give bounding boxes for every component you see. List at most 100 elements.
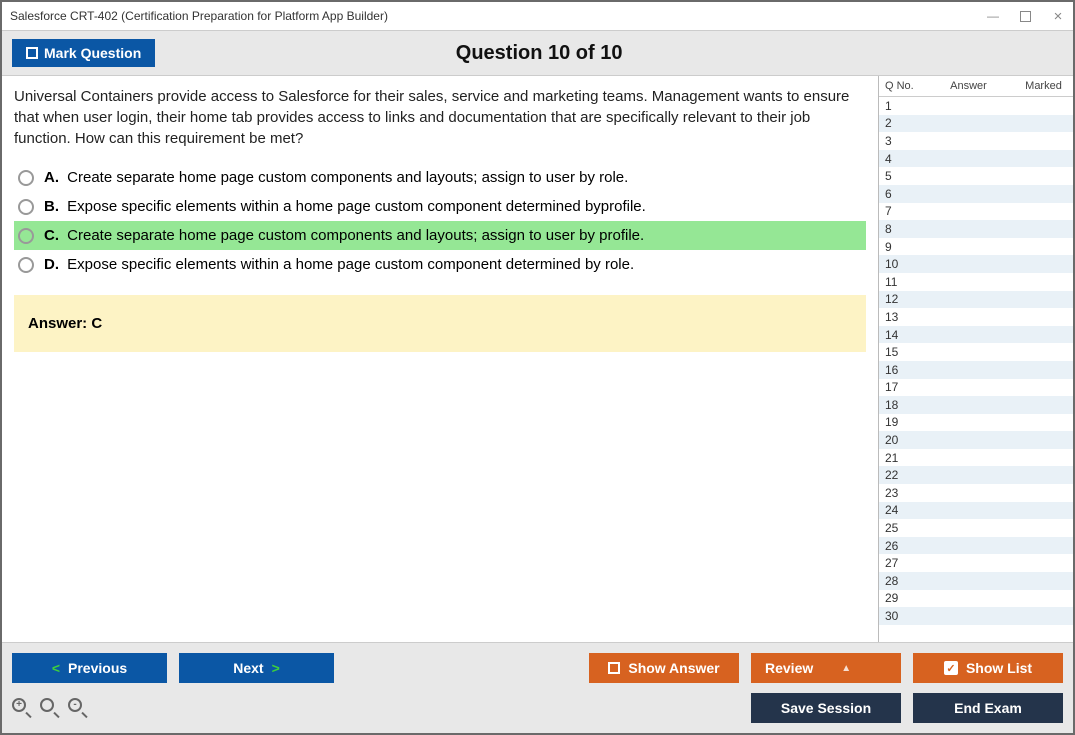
- nav-row-number: 10: [879, 257, 919, 271]
- options-list: A. Create separate home page custom comp…: [14, 163, 866, 279]
- nav-row[interactable]: 18: [879, 396, 1073, 414]
- nav-row-number: 16: [879, 363, 919, 377]
- close-icon[interactable]: ×: [1051, 9, 1065, 23]
- previous-button[interactable]: < Previous: [12, 653, 167, 683]
- chevron-right-icon: >: [272, 660, 280, 676]
- nav-row[interactable]: 7: [879, 203, 1073, 221]
- nav-row[interactable]: 15: [879, 343, 1073, 361]
- checkbox-icon: [26, 47, 38, 59]
- nav-row[interactable]: 29: [879, 590, 1073, 608]
- main-area: Universal Containers provide access to S…: [2, 76, 1073, 642]
- nav-row-number: 17: [879, 380, 919, 394]
- nav-row-number: 8: [879, 222, 919, 236]
- nav-row[interactable]: 17: [879, 379, 1073, 397]
- nav-row-number: 4: [879, 152, 919, 166]
- review-button[interactable]: Review ▲: [751, 653, 901, 683]
- nav-row[interactable]: 22: [879, 466, 1073, 484]
- checkbox-icon: [608, 662, 620, 674]
- nav-row-number: 27: [879, 556, 919, 570]
- nav-header: Q No. Answer Marked: [879, 76, 1073, 97]
- nav-row[interactable]: 23: [879, 484, 1073, 502]
- option-text: B. Expose specific elements within a hom…: [44, 198, 646, 215]
- zoom-out-icon[interactable]: -: [68, 698, 88, 718]
- nav-row[interactable]: 10: [879, 255, 1073, 273]
- option-a[interactable]: A. Create separate home page custom comp…: [14, 163, 866, 192]
- option-text: A. Create separate home page custom comp…: [44, 169, 628, 186]
- radio-icon: [18, 170, 34, 186]
- previous-label: Previous: [68, 660, 127, 676]
- nav-row-number: 6: [879, 187, 919, 201]
- nav-row-number: 15: [879, 345, 919, 359]
- nav-row[interactable]: 13: [879, 308, 1073, 326]
- nav-row-number: 1: [879, 99, 919, 113]
- radio-icon: [18, 257, 34, 273]
- nav-row-number: 23: [879, 486, 919, 500]
- footer-row-1: < Previous Next > Show Answer Review ▲ ✓…: [12, 653, 1063, 683]
- show-list-button[interactable]: ✓ Show List: [913, 653, 1063, 683]
- dropdown-arrow-icon: ▲: [841, 663, 851, 674]
- radio-icon: [18, 228, 34, 244]
- mark-question-button[interactable]: Mark Question: [12, 39, 155, 67]
- nav-row-number: 30: [879, 609, 919, 623]
- nav-row-number: 19: [879, 415, 919, 429]
- nav-row[interactable]: 26: [879, 537, 1073, 555]
- col-qno: Q No.: [881, 80, 921, 92]
- show-list-label: Show List: [966, 660, 1032, 676]
- nav-row[interactable]: 30: [879, 607, 1073, 625]
- mark-question-label: Mark Question: [44, 45, 141, 61]
- option-text: D. Expose specific elements within a hom…: [44, 256, 634, 273]
- next-button[interactable]: Next >: [179, 653, 334, 683]
- nav-row[interactable]: 8: [879, 220, 1073, 238]
- nav-row[interactable]: 11: [879, 273, 1073, 291]
- titlebar: Salesforce CRT-402 (Certification Prepar…: [2, 2, 1073, 30]
- chevron-left-icon: <: [52, 660, 60, 676]
- radio-icon: [18, 199, 34, 215]
- header-bar: Mark Question Question 10 of 10: [2, 30, 1073, 76]
- nav-row[interactable]: 27: [879, 554, 1073, 572]
- nav-row[interactable]: 24: [879, 502, 1073, 520]
- nav-row[interactable]: 6: [879, 185, 1073, 203]
- zoom-in-icon[interactable]: +: [12, 698, 32, 718]
- nav-row-number: 9: [879, 240, 919, 254]
- option-d[interactable]: D. Expose specific elements within a hom…: [14, 250, 866, 279]
- nav-row[interactable]: 1: [879, 97, 1073, 115]
- nav-row[interactable]: 19: [879, 414, 1073, 432]
- maximize-icon[interactable]: [1020, 11, 1031, 22]
- nav-row-number: 12: [879, 292, 919, 306]
- show-answer-button[interactable]: Show Answer: [589, 653, 739, 683]
- zoom-reset-icon[interactable]: [40, 698, 60, 718]
- nav-row[interactable]: 20: [879, 431, 1073, 449]
- show-answer-label: Show Answer: [628, 660, 719, 676]
- nav-row[interactable]: 21: [879, 449, 1073, 467]
- col-marked: Marked: [1016, 80, 1071, 92]
- footer: < Previous Next > Show Answer Review ▲ ✓…: [2, 642, 1073, 733]
- end-exam-button[interactable]: End Exam: [913, 693, 1063, 723]
- nav-row[interactable]: 12: [879, 291, 1073, 309]
- check-icon: ✓: [944, 661, 958, 675]
- nav-row[interactable]: 4: [879, 150, 1073, 168]
- nav-row[interactable]: 14: [879, 326, 1073, 344]
- col-answer: Answer: [921, 80, 1016, 92]
- nav-row[interactable]: 16: [879, 361, 1073, 379]
- nav-row-number: 5: [879, 169, 919, 183]
- save-session-label: Save Session: [781, 700, 871, 716]
- nav-row[interactable]: 9: [879, 238, 1073, 256]
- nav-row[interactable]: 3: [879, 132, 1073, 150]
- answer-box: Answer: C: [14, 295, 866, 352]
- nav-list[interactable]: 1234567891011121314151617181920212223242…: [879, 97, 1073, 642]
- nav-row[interactable]: 25: [879, 519, 1073, 537]
- nav-row-number: 20: [879, 433, 919, 447]
- option-b[interactable]: B. Expose specific elements within a hom…: [14, 192, 866, 221]
- nav-row[interactable]: 5: [879, 167, 1073, 185]
- nav-row[interactable]: 28: [879, 572, 1073, 590]
- question-content: Universal Containers provide access to S…: [2, 76, 878, 642]
- question-text: Universal Containers provide access to S…: [14, 86, 866, 149]
- save-session-button[interactable]: Save Session: [751, 693, 901, 723]
- nav-row[interactable]: 2: [879, 115, 1073, 133]
- nav-row-number: 29: [879, 591, 919, 605]
- option-c[interactable]: C. Create separate home page custom comp…: [14, 221, 866, 250]
- nav-row-number: 2: [879, 116, 919, 130]
- minimize-icon[interactable]: —: [986, 9, 1000, 23]
- nav-row-number: 22: [879, 468, 919, 482]
- nav-row-number: 11: [879, 275, 919, 289]
